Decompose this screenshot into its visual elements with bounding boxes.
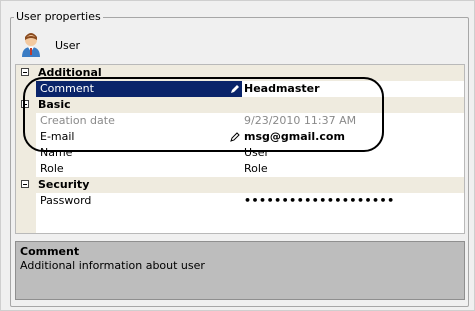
user-name: User	[55, 38, 81, 52]
property-label: Role	[40, 162, 64, 175]
user-header: User	[21, 33, 80, 57]
property-label: Password	[40, 194, 92, 207]
property-row-role[interactable]: Role Role	[16, 161, 464, 177]
collapse-icon[interactable]	[21, 68, 29, 76]
description-title: Comment	[20, 245, 80, 258]
highlight-callout	[23, 77, 384, 152]
property-value[interactable]: Role	[244, 162, 268, 175]
user-avatar-icon	[21, 33, 41, 57]
password-value[interactable]: ••••••••••••••••••••	[244, 194, 395, 207]
property-row-password[interactable]: Password ••••••••••••••••••••	[16, 193, 464, 209]
collapse-icon[interactable]	[21, 180, 29, 188]
user-properties-panel: User properties User Additional Comment	[0, 0, 475, 311]
category-label: Security	[38, 178, 90, 191]
description-text: Additional information about user	[20, 259, 205, 272]
description-pane: Comment Additional information about use…	[15, 241, 465, 300]
groupbox-title: User properties	[14, 10, 103, 23]
category-security[interactable]: Security	[16, 177, 464, 193]
